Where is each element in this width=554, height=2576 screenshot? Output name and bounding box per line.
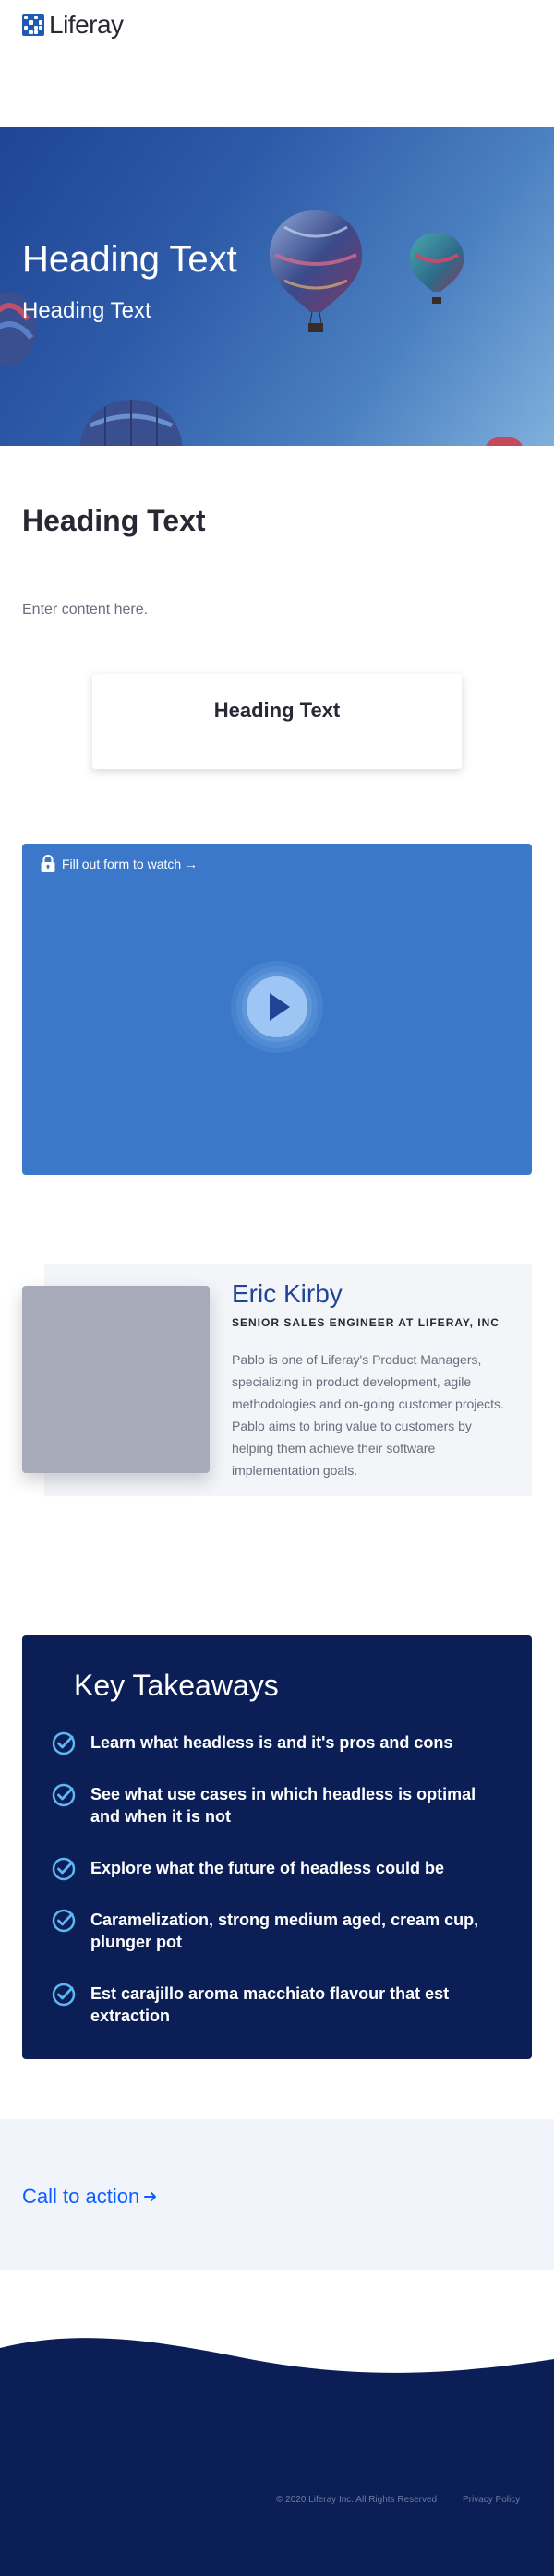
takeaway-text: Est carajillo aroma macchiato flavour th… <box>90 1984 450 2025</box>
video-player: Fill out form to watch → <box>22 844 532 1175</box>
hot-air-balloon-image <box>269 210 363 332</box>
play-icon <box>231 961 323 1053</box>
takeaway-item: Caramelization, strong medium aged, crea… <box>52 1909 504 1953</box>
fill-out-form-label: Fill out form to watch → <box>62 857 199 871</box>
takeaway-text: Learn what headless is and it's pros and… <box>90 1733 453 1752</box>
liferay-logo-icon <box>22 14 44 36</box>
arrow-right-icon <box>144 2192 157 2201</box>
brand-name: Liferay <box>49 10 124 39</box>
check-circle-icon <box>52 1731 76 1755</box>
takeaway-text: See what use cases in which headless is … <box>90 1785 476 1826</box>
takeaway-item: Explore what the future of headless coul… <box>52 1857 504 1881</box>
call-to-action-link[interactable]: Call to action <box>22 2184 158 2210</box>
heading-card: Heading Text <box>92 674 462 769</box>
play-button[interactable] <box>231 961 323 1053</box>
footer-copyright: © 2020 Liferay Inc. All Rights Reserved <box>276 2495 438 2505</box>
takeaway-item: See what use cases in which headless is … <box>52 1783 504 1827</box>
cta-section: Call to action <box>0 2119 554 2270</box>
lock-icon <box>41 855 55 872</box>
speaker-bio: Pablo is one of Liferay's Product Manage… <box>232 1352 504 1478</box>
check-circle-icon <box>52 1909 76 1933</box>
site-header: Liferay <box>0 0 554 55</box>
key-takeaways: Key Takeaways Learn what headless is and… <box>22 1635 532 2059</box>
cta-label: Call to action <box>22 2185 140 2208</box>
takeaway-text: Explore what the future of headless coul… <box>90 1859 445 1877</box>
takeaway-item: Learn what headless is and it's pros and… <box>52 1731 504 1755</box>
liferay-logo-link[interactable]: Liferay <box>22 11 124 39</box>
hero-banner: Heading Text Heading Text <box>0 127 554 446</box>
hero-heading: Heading Text <box>22 239 237 280</box>
content-text: Enter content here. <box>22 602 149 617</box>
speaker-avatar <box>22 1286 210 1473</box>
hot-air-balloon-image <box>486 437 523 446</box>
check-circle-icon <box>52 1783 76 1807</box>
speaker-name: Eric Kirby <box>232 1279 343 1308</box>
card-heading: Heading Text <box>213 699 341 722</box>
site-footer: © 2020 Liferay Inc. All Rights Reserved … <box>0 2335 554 2576</box>
section-heading: Heading Text <box>22 504 206 537</box>
check-circle-icon <box>52 1983 76 2007</box>
hot-air-balloon-image <box>79 400 183 446</box>
hot-air-balloon-image <box>409 233 464 304</box>
fill-out-form-link[interactable]: Fill out form to watch → <box>40 853 198 875</box>
takeaways-heading: Key Takeaways <box>74 1669 279 1702</box>
takeaway-text: Caramelization, strong medium aged, crea… <box>90 1911 479 1951</box>
hero-subheading: Heading Text <box>22 298 151 323</box>
takeaway-item: Est carajillo aroma macchiato flavour th… <box>52 1983 504 2027</box>
check-circle-icon <box>52 1857 76 1881</box>
footer-wave-background <box>0 2338 554 2576</box>
privacy-policy-link[interactable]: Privacy Policy <box>463 2494 520 2507</box>
speaker-title: SENIOR SALES ENGINEER AT LIFERAY, INC <box>232 1316 500 1329</box>
